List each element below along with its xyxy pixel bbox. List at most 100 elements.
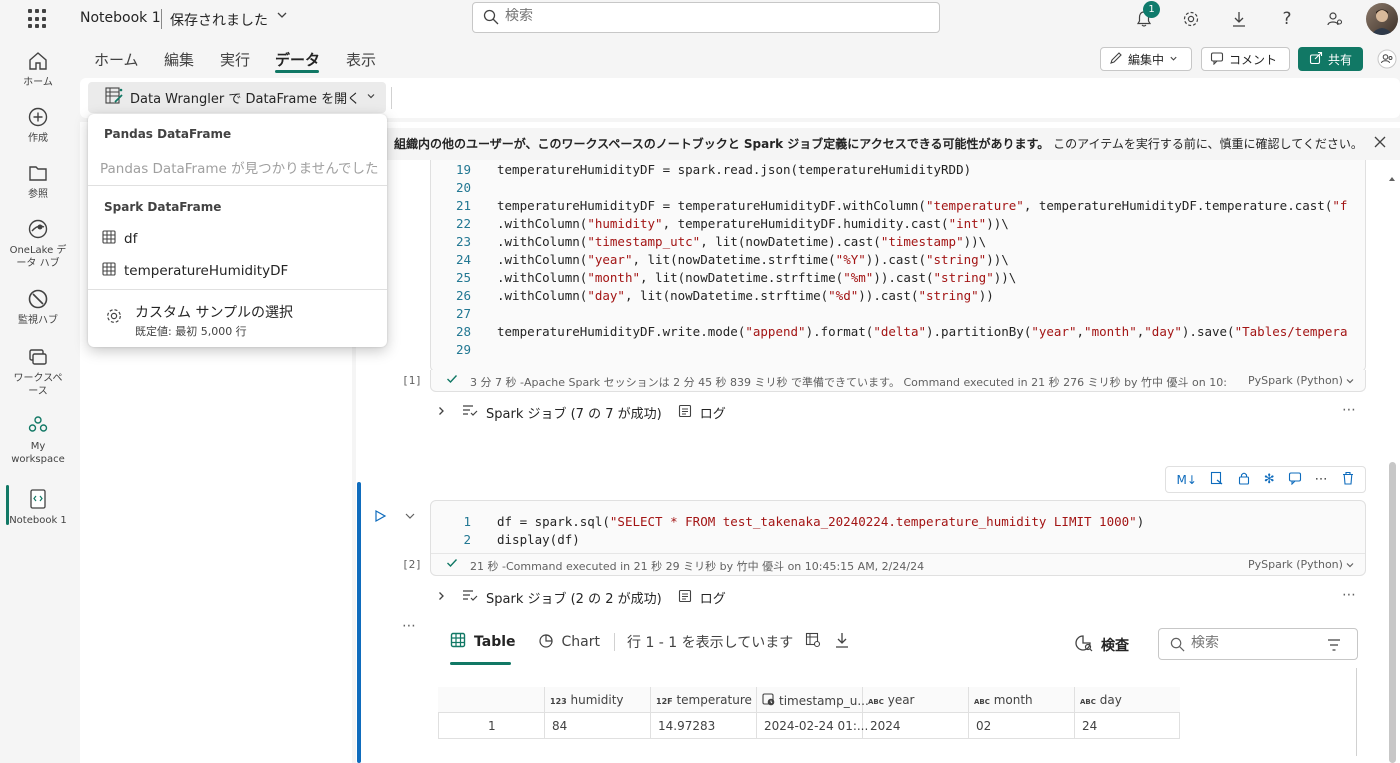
custom-sample-default: 既定値: 最初 5,000 行 — [135, 325, 247, 338]
chevron-down-icon[interactable] — [1345, 559, 1355, 574]
code-line[interactable]: .withColumn("month", lit(nowDatetime.str… — [497, 270, 1016, 285]
comment-button[interactable]: コメント — [1201, 47, 1290, 71]
code-line[interactable]: display(df) — [497, 532, 580, 547]
column-name: year — [887, 693, 915, 707]
gear-icon[interactable] — [1180, 8, 1202, 30]
more-options-icon[interactable]: ⋯ — [1342, 587, 1357, 603]
collapse-cell-icon[interactable] — [404, 510, 416, 526]
table-cell[interactable]: 02 — [976, 719, 991, 733]
custom-sample-item[interactable]: カスタム サンプルの選択 既定値: 最初 5,000 行 — [105, 302, 293, 339]
code-line[interactable]: temperatureHumidityDF = temperatureHumid… — [497, 198, 1347, 213]
data-wrangler-button[interactable]: Data Wrangler で DataFrame を開く — [88, 82, 386, 113]
column-header-temperature[interactable]: 12F temperature — [656, 693, 752, 707]
global-search-input[interactable] — [505, 8, 905, 24]
code-line[interactable]: .withColumn("year", lit(nowDatetime.strf… — [497, 252, 1009, 267]
table-tab[interactable]: Table — [450, 632, 516, 652]
close-icon[interactable] — [1374, 136, 1386, 152]
convert-icon[interactable] — [1210, 471, 1224, 489]
rail-item-workspaces[interactable]: ワークスペ ース — [0, 346, 76, 398]
delete-icon[interactable] — [1341, 471, 1355, 489]
onelake-icon — [27, 218, 49, 240]
more-options-icon[interactable]: ⋯ — [1315, 472, 1328, 487]
spark-jobs-row-2[interactable]: Spark ジョブ (2 の 2 が成功) ログ — [436, 588, 726, 607]
warning-text: このアイテムを実行する前に、慎重に確認してください。 — [1053, 137, 1363, 151]
output-more-icon[interactable]: ⋯ — [402, 618, 417, 634]
code-line[interactable]: .withColumn("day", lit(nowDatetime.strft… — [497, 288, 994, 303]
code-cell-1[interactable]: 19 temperatureHumidityDF = spark.read.js… — [430, 160, 1366, 372]
download-icon[interactable] — [835, 632, 849, 652]
code-line[interactable]: .withColumn("humidity", temperatureHumid… — [497, 216, 1009, 231]
execution-count: [2] — [402, 558, 422, 571]
chevron-down-icon[interactable] — [276, 9, 288, 24]
run-cell-icon[interactable] — [373, 509, 387, 527]
rail-item-monitor[interactable]: 監視ハブ — [0, 288, 76, 327]
rail-item-create[interactable]: 作成 — [0, 106, 76, 145]
chart-tab[interactable]: Chart — [538, 632, 600, 652]
folder-icon — [27, 162, 49, 184]
share-button[interactable]: 共有 — [1298, 47, 1363, 71]
markdown-icon[interactable]: M↓ — [1176, 473, 1196, 487]
rail-item-my-workspace[interactable]: My workspace — [0, 414, 76, 466]
table-search-input[interactable] — [1191, 635, 1311, 651]
column-settings-icon[interactable] — [805, 632, 821, 652]
rail-item-label: My — [30, 441, 46, 452]
cell-language[interactable]: PySpark (Python) — [1248, 558, 1343, 571]
table-cell[interactable]: 84 — [552, 719, 567, 733]
code-line[interactable]: .withColumn("timestamp_utc", lit(nowDate… — [497, 234, 986, 249]
tab-view[interactable]: 表示 — [346, 49, 376, 70]
collaborators-icon[interactable] — [1376, 48, 1398, 70]
rail-item-notebook[interactable]: Notebook 1 — [0, 488, 76, 527]
column-header-day[interactable]: ABC day — [1080, 693, 1122, 707]
column-header-month[interactable]: ABC month — [974, 693, 1033, 707]
inspect-button[interactable]: 検査 — [1075, 634, 1129, 656]
custom-sample-text: カスタム サンプルの選択 既定値: 最初 5,000 行 — [135, 302, 293, 339]
log-label[interactable]: ログ — [700, 403, 726, 422]
vertical-scrollbar-thumb[interactable] — [1389, 462, 1396, 763]
people-settings-icon[interactable] — [1324, 8, 1346, 30]
dataframe-item-df[interactable]: df — [102, 230, 137, 248]
column-header-timestamp[interactable]: timestamp_u... — [762, 693, 869, 709]
global-search[interactable] — [472, 2, 940, 33]
spark-jobs-row-1[interactable]: Spark ジョブ (7 の 7 が成功) ログ — [436, 403, 726, 422]
tab-edit[interactable]: 編集 — [164, 49, 194, 70]
download-icon[interactable] — [1228, 8, 1250, 30]
column-header-humidity[interactable]: 123 humidity — [550, 693, 624, 707]
save-status[interactable]: 保存されました — [170, 10, 268, 30]
filter-icon[interactable] — [1327, 638, 1341, 656]
code-line[interactable]: df = spark.sql("SELECT * FROM test_taken… — [497, 514, 1144, 529]
app-launcher-icon[interactable] — [28, 9, 48, 29]
code-line[interactable]: temperatureHumidityDF = spark.read.json(… — [497, 162, 971, 177]
lock-icon[interactable] — [1237, 471, 1251, 489]
user-avatar[interactable] — [1366, 3, 1398, 35]
freeze-icon[interactable]: ✻ — [1264, 472, 1275, 487]
rail-item-onelake[interactable]: OneLake デ ータ ハブ — [0, 218, 76, 270]
dataframe-item-temperaturehumiditydf[interactable]: temperatureHumidityDF — [102, 262, 288, 280]
more-options-icon[interactable]: ⋯ — [1342, 402, 1357, 418]
comment-icon[interactable] — [1288, 471, 1302, 489]
log-label[interactable]: ログ — [700, 588, 726, 607]
rail-item-browse[interactable]: 参照 — [0, 162, 76, 201]
editing-mode-button[interactable]: 編集中 — [1100, 47, 1192, 71]
tab-data[interactable]: データ — [275, 49, 320, 70]
chevron-right-icon[interactable] — [436, 405, 446, 420]
table-cell[interactable]: 2024 — [870, 719, 901, 733]
tab-run[interactable]: 実行 — [220, 49, 250, 70]
share-icon — [1309, 51, 1323, 68]
output-scrollbar[interactable] — [1356, 668, 1357, 756]
column-header-year[interactable]: ABC year — [868, 693, 915, 707]
code-line[interactable]: temperatureHumidityDF.write.mode("append… — [497, 324, 1347, 339]
rail-item-home[interactable]: ホーム — [0, 50, 76, 89]
table-search[interactable] — [1158, 628, 1358, 660]
chevron-right-icon[interactable] — [436, 590, 446, 605]
table-cell[interactable]: 2024-02-24 01:... — [764, 719, 868, 733]
rail-item-label: OneLake デ — [9, 245, 67, 256]
cell-language[interactable]: PySpark (Python) — [1248, 374, 1343, 387]
table-cell[interactable]: 14.97283 — [658, 719, 715, 733]
chevron-down-icon[interactable] — [1345, 375, 1355, 390]
tab-home[interactable]: ホーム — [94, 49, 139, 70]
help-icon[interactable]: ? — [1276, 8, 1298, 30]
line-number: 26 — [455, 288, 471, 303]
scroll-up-icon[interactable] — [1388, 172, 1395, 181]
notebook-title[interactable]: Notebook 1 — [80, 10, 161, 26]
table-cell[interactable]: 24 — [1082, 719, 1097, 733]
